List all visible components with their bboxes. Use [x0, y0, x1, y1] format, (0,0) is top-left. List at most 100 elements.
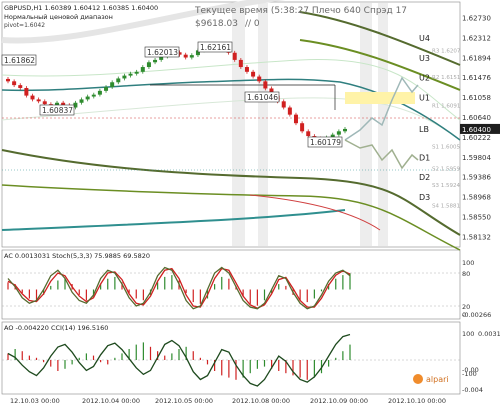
candle-body: [122, 75, 127, 79]
candle-body: [281, 101, 286, 108]
pivot-label: R2 1.6151: [432, 75, 460, 81]
candle-body: [116, 78, 121, 83]
time-tick: 2012.10.04 00:00: [82, 397, 140, 405]
chart-canvas: 1.62161 1.62013 1.61046 1.60837 1.60179 1.618…: [1, 0, 500, 405]
candle-body: [97, 90, 102, 95]
price-tick: 1.62312: [462, 34, 491, 42]
time-tick: 2012.10.05 00:00: [155, 397, 213, 405]
level-label: LB: [419, 125, 429, 134]
candle-body: [18, 85, 23, 88]
pivot-label: R3 1.6207: [432, 48, 461, 54]
time-tick: 2012.10.08 00:00: [232, 397, 290, 405]
candle-body: [287, 107, 292, 115]
price-tick: 1.61058: [462, 94, 491, 102]
time-tick: 2012.10.09 00:00: [310, 397, 368, 405]
symbol-line: GBPUSD,H1 1.60389 1.60412 1.60385 1.6040…: [4, 4, 158, 12]
price-tick: 1.58550: [462, 214, 491, 222]
candle-body: [153, 59, 158, 63]
price-tick: 1.59804: [462, 154, 491, 162]
candle-body: [79, 99, 84, 103]
level-label: U4: [419, 34, 430, 43]
server-time: Текущее время (5:38:27 Плечо 640 Спрэд 1…: [194, 6, 407, 16]
yellow-zone: [345, 92, 415, 104]
candle-body: [6, 78, 10, 82]
candle-body: [146, 62, 151, 68]
candle-body: [251, 71, 256, 77]
price-label: 1.60837: [42, 106, 73, 115]
time-axis: 12.10.03 00:00 2012.10.04 00:00 2012.10.05…: [10, 397, 446, 405]
ac-tick: 80: [462, 270, 470, 278]
level-label: U2: [419, 74, 430, 83]
slash-zero: // 0: [245, 19, 260, 29]
level-label: D3: [419, 193, 430, 202]
candle-body: [104, 87, 109, 91]
alpari-logo: alpari: [413, 374, 449, 384]
candle-body: [30, 95, 35, 100]
ao-tick: 100: [462, 330, 474, 338]
candle-body: [110, 82, 115, 88]
price-tick: 1.61476: [462, 74, 491, 82]
price-tick: 1.58132: [462, 233, 491, 241]
ac-tick: 100: [462, 259, 474, 267]
pivot-label: S1 1.6005: [432, 145, 460, 151]
level-label: U3: [419, 54, 430, 63]
candle-body: [300, 123, 305, 132]
ao-tick: -0.004: [462, 386, 483, 394]
candle-body: [91, 94, 96, 97]
candle-body: [306, 131, 311, 137]
candle-body: [293, 114, 298, 124]
level-label: D2: [419, 173, 430, 182]
current-price: 1.60400: [462, 126, 491, 134]
watermark: alpari: [426, 375, 449, 384]
forex-chart-window: 1.62161 1.62013 1.61046 1.60837 1.60179 1.618…: [0, 0, 500, 408]
price-label: 1.62161: [200, 43, 231, 52]
pivot-label: S2 1.5959: [432, 166, 460, 172]
session-stripe: [232, 3, 245, 246]
time-tick: 2012.10.10 00:00: [388, 397, 446, 405]
ac-stoch-header: AC 0.0013031 Stoch(5,3,3) 75.9885 69.582…: [4, 252, 150, 260]
price-tick: 1.59386: [462, 174, 491, 182]
price-label: 1.61046: [247, 93, 278, 102]
candle-body: [244, 67, 249, 72]
candle-body: [140, 67, 145, 72]
pivot-label: S3 1.5924: [432, 183, 460, 189]
candle-body: [343, 128, 347, 132]
candle-body: [336, 131, 341, 135]
price-label: 1.60179: [310, 138, 341, 147]
price-tick: 1.60222: [462, 134, 491, 142]
candle-body: [24, 87, 29, 96]
ao-cci-header: AO -0.004220 CCI(14) 196.5160: [4, 324, 108, 332]
level-label: D1: [419, 153, 430, 162]
ao-tick: -0.00: [462, 366, 479, 374]
price-tick: 1.60640: [462, 114, 491, 122]
pivot-line: pivot=1.6042: [4, 22, 45, 29]
candle-body: [42, 101, 47, 105]
price-tick: 1.62730: [462, 15, 491, 23]
price-tick: 1.58968: [462, 194, 491, 202]
candle-body: [36, 99, 41, 102]
pivot-label: R1 1.6091: [432, 104, 460, 110]
ao-cci-panel: [1, 321, 461, 395]
ac-tick: 20: [462, 303, 470, 311]
indicator-name: Нормальный ценовой диапазон: [4, 13, 113, 21]
candle-body: [232, 52, 237, 60]
candle-body: [263, 81, 268, 89]
price-tick: 1.61894: [462, 54, 491, 62]
level-label: U1: [419, 94, 430, 103]
candle-body: [134, 71, 139, 74]
price-label: 1.61862: [4, 56, 35, 65]
candle-body: [183, 54, 188, 58]
session-stripe: [258, 3, 268, 246]
balance: $9618.03: [195, 19, 238, 29]
candle-body: [257, 76, 262, 82]
pivot-label: S4 1.5881: [432, 204, 460, 210]
candle-body: [238, 59, 243, 68]
ao-tick: 0.00315: [478, 330, 500, 338]
candle-body: [85, 96, 90, 100]
time-tick: 12.10.03 00:00: [10, 397, 60, 405]
ac-tick: -0.00266: [462, 311, 491, 319]
candle-body: [189, 55, 194, 58]
candle-body: [12, 81, 17, 86]
candle-body: [128, 73, 133, 76]
price-label: 1.62013: [147, 48, 178, 57]
